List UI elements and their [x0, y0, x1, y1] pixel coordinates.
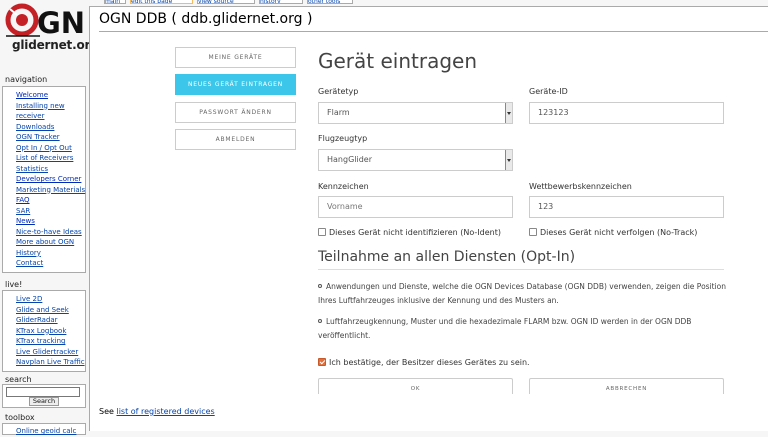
toolbox-geoid-calc[interactable]: Online geoid calc: [16, 426, 85, 437]
tab-other-tools[interactable]: other tools: [307, 0, 353, 4]
footer-prefix: See: [99, 407, 114, 416]
optin-paragraph-1-text: Anwendungen und Dienste, welche die OGN …: [318, 282, 727, 305]
live-heading: live!: [5, 280, 23, 289]
chevron-down-icon: [505, 150, 512, 170]
no-ident-label: Dieses Gerät nicht identifizieren (No-Id…: [329, 228, 501, 237]
no-track-checkbox[interactable]: [529, 228, 537, 236]
navigation-box: Welcome Installing new receiver Download…: [2, 86, 86, 273]
change-password-button[interactable]: PASSWORT ÄNDERN: [175, 102, 296, 123]
nav-welcome[interactable]: Welcome: [16, 90, 85, 101]
search-input[interactable]: [6, 387, 80, 397]
nav-faq[interactable]: FAQ: [16, 195, 85, 206]
nav-more-about-ogn[interactable]: More about OGN: [16, 237, 85, 248]
nav-ogn-tracker[interactable]: OGN Tracker: [16, 132, 85, 143]
form-title: Gerät eintragen: [318, 49, 478, 73]
optin-paragraph-2: Luftfahrzeugkennung, Muster und die hexa…: [318, 315, 728, 343]
nav-sar[interactable]: SAR: [16, 206, 85, 217]
no-ident-option[interactable]: Dieses Gerät nicht identifizieren (No-Id…: [318, 228, 501, 237]
nav-marketing-materials[interactable]: Marketing Materials: [16, 185, 85, 196]
logo-wordmark: GN: [37, 6, 85, 40]
logo-subtitle: glidernet.org: [12, 38, 99, 52]
nav-history[interactable]: History: [16, 248, 85, 259]
no-ident-checkbox[interactable]: [318, 228, 326, 236]
nav-receiver[interactable]: receiver: [16, 111, 85, 122]
search-button[interactable]: Search: [29, 397, 59, 406]
device-id-label: Geräte-ID: [529, 87, 568, 96]
aircraft-type-value: HangGlider: [327, 155, 372, 164]
nav-developers-corner[interactable]: Developers Corner: [16, 174, 85, 185]
navigation-heading: navigation: [5, 75, 48, 84]
live-ktrax-tracking[interactable]: KTrax tracking: [16, 336, 85, 347]
ok-button[interactable]: OK: [318, 378, 513, 394]
new-device-button[interactable]: NEUES GERÄT EINTRAGEN: [175, 74, 296, 95]
nav-list-of-receivers[interactable]: List of Receivers: [16, 153, 85, 164]
registration-label: Kennzeichen: [318, 182, 369, 191]
device-type-value: Flarm: [327, 108, 350, 117]
live-ktrax-logbook[interactable]: KTrax Logbook: [16, 326, 85, 337]
confirm-owner-label: Ich bestätige, der Besitzer dieses Gerät…: [329, 358, 530, 367]
optin-paragraph-2-text: Luftfahrzeugkennung, Muster und die hexa…: [318, 317, 692, 340]
bullet-icon: [318, 319, 322, 323]
tab-history[interactable]: history: [259, 0, 303, 4]
confirm-owner-option[interactable]: Ich bestätige, der Besitzer dieses Gerät…: [318, 358, 530, 367]
nav-statistics[interactable]: Statistics: [16, 164, 85, 175]
aircraft-type-label: Flugzeugtyp: [318, 134, 368, 143]
cancel-button[interactable]: ABBRECHEN: [529, 378, 724, 394]
tab-main[interactable]: main: [104, 0, 126, 4]
ogn-logo-graphic: GN: [5, 3, 85, 40]
no-track-label: Dieses Gerät nicht verfolgen (No-Track): [540, 228, 698, 237]
optin-divider: [318, 269, 724, 270]
page-title: OGN DDB ( ddb.glidernet.org ): [99, 11, 313, 27]
search-heading: search: [5, 375, 32, 384]
live-glidertracker[interactable]: Live Glidertracker: [16, 347, 85, 358]
nav-opt-in-out[interactable]: Opt In / Opt Out: [16, 143, 85, 154]
registration-input[interactable]: Vorname: [318, 196, 513, 218]
no-track-option[interactable]: Dieses Gerät nicht verfolgen (No-Track): [529, 228, 697, 237]
toolbox-heading: toolbox: [5, 413, 35, 422]
live-glider-radar[interactable]: GliderRadar: [16, 315, 85, 326]
ogn-logo[interactable]: GN glidernet.org: [0, 0, 99, 68]
competition-input[interactable]: 123: [529, 196, 724, 218]
nav-news[interactable]: News: [16, 216, 85, 227]
registered-devices-link[interactable]: list of registered devices: [116, 407, 214, 416]
nav-installing-new[interactable]: Installing new: [16, 101, 85, 112]
device-type-select[interactable]: Flarm: [318, 102, 513, 124]
chevron-down-icon: [505, 103, 512, 123]
tab-view-source[interactable]: view source: [197, 0, 255, 4]
footer-note: See list of registered devices: [99, 407, 215, 416]
title-divider: [99, 31, 768, 32]
optin-paragraph-1: Anwendungen und Dienste, welche die OGN …: [318, 280, 728, 308]
content-area: OGN DDB ( ddb.glidernet.org ) MEINE GERÄ…: [89, 6, 768, 431]
logout-button[interactable]: ABMELDEN: [175, 129, 296, 150]
device-type-label: Gerätetyp: [318, 87, 359, 96]
confirm-owner-checkbox[interactable]: [318, 358, 326, 366]
device-id-input[interactable]: 123123: [529, 102, 724, 124]
aircraft-type-select[interactable]: HangGlider: [318, 149, 513, 171]
bullet-icon: [318, 284, 322, 288]
optin-title: Teilnahme an allen Diensten (Opt-In): [318, 249, 576, 265]
live-2d[interactable]: Live 2D: [16, 294, 85, 305]
tab-edit[interactable]: edit this page: [130, 0, 193, 4]
competition-label: Wettbewerbskennzeichen: [529, 182, 632, 191]
live-box: Live 2D Glide and Seek GliderRadar KTrax…: [2, 290, 86, 372]
nav-contact[interactable]: Contact: [16, 258, 85, 269]
nav-downloads[interactable]: Downloads: [16, 122, 85, 133]
nav-nice-to-have[interactable]: Nice-to-have Ideas: [16, 227, 85, 238]
my-devices-button[interactable]: MEINE GERÄTE: [175, 47, 296, 68]
live-glide-and-seek[interactable]: Glide and Seek: [16, 305, 85, 316]
toolbox-box: Online geoid calc: [2, 423, 86, 435]
live-navplan-traffic[interactable]: Navplan Live Traffic: [16, 357, 85, 368]
